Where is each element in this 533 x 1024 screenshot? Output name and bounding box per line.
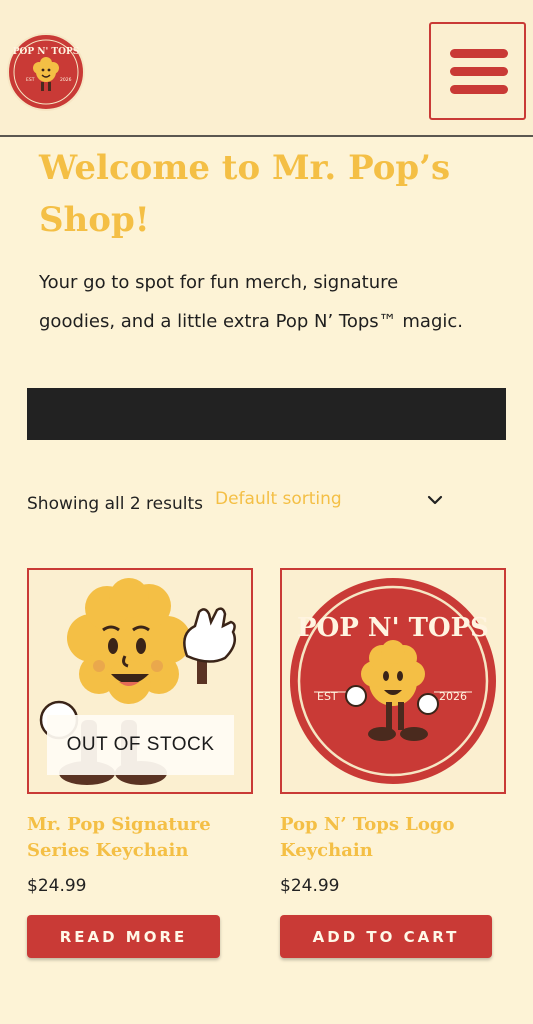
- hamburger-bar: [450, 85, 508, 94]
- pop-n-tops-logo-keychain-image: POP N' TOPS EST 2026: [290, 578, 496, 784]
- product-price: $24.99: [27, 876, 87, 896]
- intro-text: Your go to spot for fun merch, signature…: [39, 263, 509, 341]
- product-title[interactable]: Mr. Pop Signature Series Keychain: [27, 812, 253, 864]
- logo-year: 2026: [60, 77, 72, 83]
- sort-dropdown[interactable]: Default sorting: [215, 486, 450, 518]
- intro-line: Your go to spot for fun merch, signature: [39, 272, 399, 293]
- logo-text: POP N' TOPS: [13, 47, 79, 57]
- chevron-down-icon: [427, 495, 443, 505]
- add-to-cart-button[interactable]: ADD TO CART: [280, 915, 492, 958]
- hamburger-bar: [450, 49, 508, 58]
- banner-bar: [27, 388, 506, 440]
- product-title[interactable]: Pop N’ Tops Logo Keychain: [280, 812, 506, 864]
- out-of-stock-badge: OUT OF STOCK: [47, 715, 234, 775]
- product-title-line: Series Keychain: [27, 840, 189, 861]
- product-image-link[interactable]: OUT OF STOCK: [27, 568, 253, 794]
- logo-text: POP N' TOPS: [297, 613, 489, 643]
- product-title-line: Pop N’ Tops Logo: [280, 814, 455, 835]
- hamburger-bar: [450, 67, 508, 76]
- product-price: $24.99: [280, 876, 340, 896]
- logo-est: EST: [26, 77, 35, 83]
- page-title: Welcome to Mr. Pop’s Shop!: [39, 148, 451, 240]
- product-card: POP N' TOPS EST 2026 Pop N’ Tops Logo Ke…: [280, 568, 506, 958]
- site-logo[interactable]: POP N' TOPS EST 2026: [6, 32, 86, 112]
- sort-selected-label: Default sorting: [215, 489, 342, 509]
- site-header: POP N' TOPS EST 2026: [0, 0, 533, 137]
- product-title-line: Mr. Pop Signature: [27, 814, 211, 835]
- product-card: OUT OF STOCK Mr. Pop Signature Series Ke…: [27, 568, 253, 958]
- product-title-line: Keychain: [280, 840, 373, 861]
- intro-line: goodies, and a little extra Pop N’ Tops™…: [39, 311, 464, 332]
- read-more-button[interactable]: READ MORE: [27, 915, 220, 958]
- result-count: Showing all 2 results: [27, 494, 204, 514]
- product-image-link[interactable]: POP N' TOPS EST 2026: [280, 568, 506, 794]
- hamburger-menu-button[interactable]: [429, 22, 526, 120]
